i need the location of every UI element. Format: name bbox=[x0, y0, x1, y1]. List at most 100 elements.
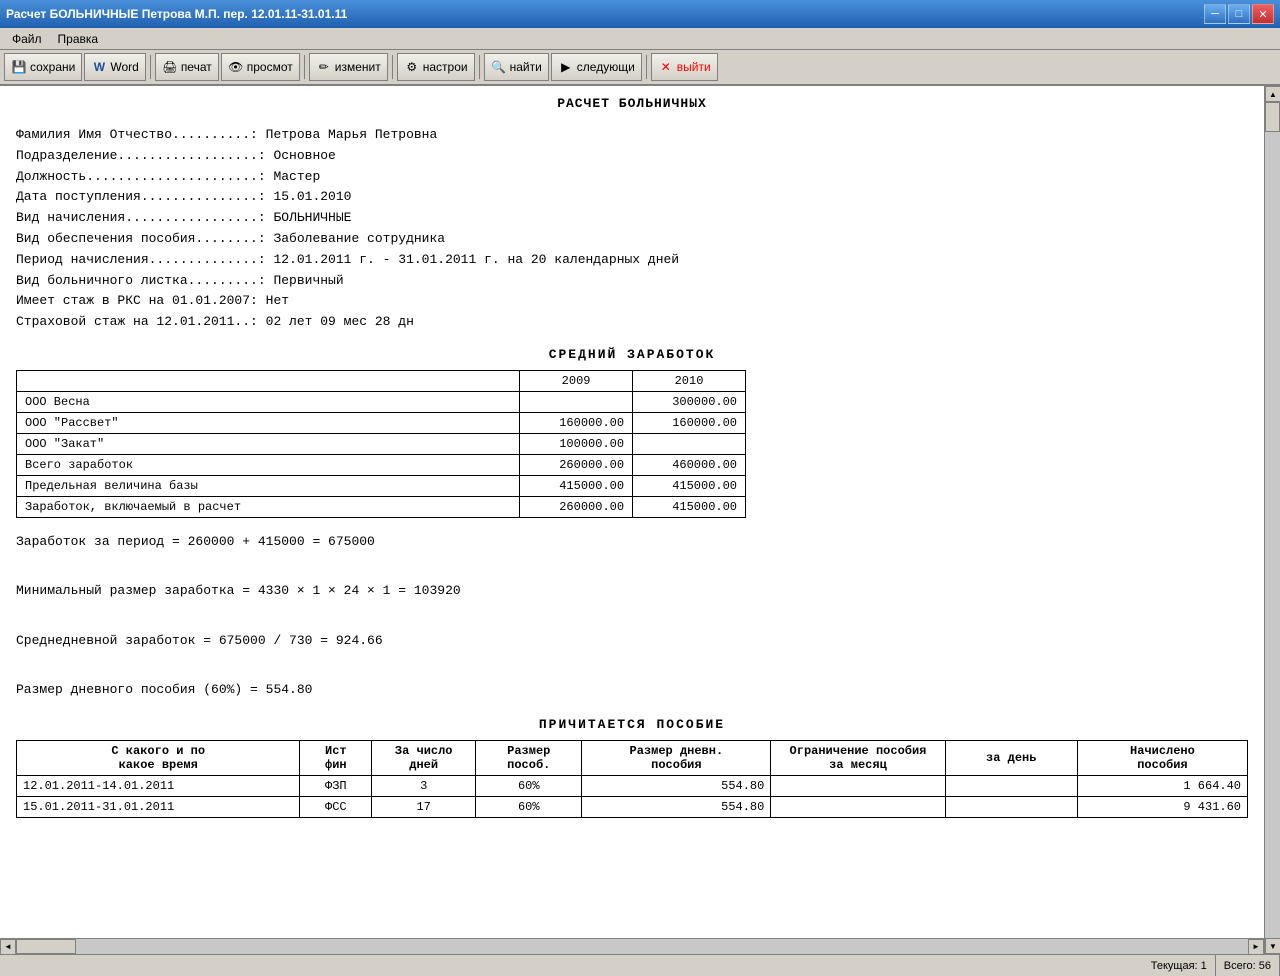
total-value: 56 bbox=[1259, 960, 1271, 972]
calc-daily: Размер дневного пособия (60%) = 554.80 bbox=[16, 678, 1248, 703]
benefit-source-2: ФСС bbox=[300, 796, 372, 817]
col-header-name bbox=[17, 370, 520, 391]
scroll-left-button[interactable]: ◄ bbox=[0, 939, 16, 955]
minimize-button[interactable]: ─ bbox=[1204, 4, 1226, 24]
save-icon: 💾 bbox=[11, 59, 27, 75]
info-sick-type: Вид больничного листка.........: Первичн… bbox=[16, 271, 1248, 292]
row-total-2010: 460000.00 bbox=[633, 454, 746, 475]
table-row: Заработок, включаемый в расчет 260000.00… bbox=[17, 496, 746, 517]
row-limit-label: Предельная величина базы bbox=[17, 475, 520, 496]
status-bar: Текущая: 1 Всего: 56 bbox=[0, 954, 1280, 976]
row-vesna-label: ООО Весна bbox=[17, 391, 520, 412]
vertical-scrollbar[interactable]: ▲ ▼ bbox=[1264, 86, 1280, 954]
row-zakat-2010 bbox=[633, 433, 746, 454]
edit-label: изменит bbox=[335, 60, 381, 74]
preview-icon: 👁 bbox=[228, 59, 244, 75]
maximize-button[interactable]: □ bbox=[1228, 4, 1250, 24]
find-button[interactable]: 🔍 найти bbox=[484, 53, 549, 81]
current-value: 1 bbox=[1201, 960, 1207, 972]
find-icon: 🔍 bbox=[491, 59, 507, 75]
scroll-track-horizontal[interactable] bbox=[16, 939, 1248, 954]
benefit-limit-day-2 bbox=[945, 796, 1077, 817]
benefit-days-1: 3 bbox=[372, 775, 476, 796]
row-total-2009: 260000.00 bbox=[520, 454, 633, 475]
print-button[interactable]: 🖨 печат bbox=[155, 53, 219, 81]
row-limit-2010: 415000.00 bbox=[633, 475, 746, 496]
scroll-thumb-vertical[interactable] bbox=[1265, 102, 1280, 132]
save-label: сохрани bbox=[30, 60, 75, 74]
calc-space bbox=[16, 604, 1248, 629]
window-controls: ─ □ ✕ bbox=[1204, 4, 1274, 24]
menu-edit[interactable]: Правка bbox=[50, 30, 107, 48]
info-dept: Подразделение..................: Основно… bbox=[16, 146, 1248, 167]
info-fio: Фамилия Имя Отчество..........: Петрова … bbox=[16, 125, 1248, 146]
benefit-row-1: 12.01.2011-14.01.2011 ФЗП 3 60% 554.80 1… bbox=[17, 775, 1248, 796]
row-included-2010: 415000.00 bbox=[633, 496, 746, 517]
benefit-accrued-1: 1 664.40 bbox=[1077, 775, 1247, 796]
row-included-2009: 260000.00 bbox=[520, 496, 633, 517]
info-block: Фамилия Имя Отчество..........: Петрова … bbox=[16, 125, 1248, 333]
calculations-block: Заработок за период = 260000 + 415000 = … bbox=[16, 530, 1248, 703]
col-days: За числодней bbox=[372, 740, 476, 775]
scroll-down-button[interactable]: ▼ bbox=[1265, 938, 1280, 954]
settings-label: настрои bbox=[423, 60, 468, 74]
calc-space2 bbox=[16, 653, 1248, 678]
scroll-thumb-horizontal[interactable] bbox=[16, 939, 76, 954]
row-rassvet-2010: 160000.00 bbox=[633, 412, 746, 433]
info-position: Должность......................: Мастер bbox=[16, 167, 1248, 188]
save-button[interactable]: 💾 сохрани bbox=[4, 53, 82, 81]
edit-button[interactable]: ✏ изменит bbox=[309, 53, 388, 81]
title-bar: Расчет БОЛЬНИЧНЫЕ Петрова М.П. пер. 12.0… bbox=[0, 0, 1280, 28]
scroll-up-button[interactable]: ▲ bbox=[1265, 86, 1280, 102]
row-zakat-2009: 100000.00 bbox=[520, 433, 633, 454]
exit-label: выйти bbox=[677, 60, 711, 74]
benefit-period-2: 15.01.2011-31.01.2011 bbox=[17, 796, 300, 817]
table-row: ООО "Закат" 100000.00 bbox=[17, 433, 746, 454]
content-wrapper: РАСЧЕТ БОЛЬНИЧНЫХ Фамилия Имя Отчество..… bbox=[0, 86, 1264, 954]
menu-bar: Файл Правка bbox=[0, 28, 1280, 50]
close-button[interactable]: ✕ bbox=[1252, 4, 1274, 24]
status-total: Всего: 56 bbox=[1216, 955, 1280, 976]
info-benefit-type: Вид обеспечения пособия........: Заболев… bbox=[16, 229, 1248, 250]
scroll-right-button[interactable]: ► bbox=[1248, 939, 1264, 955]
benefit-size-2: 60% bbox=[476, 796, 582, 817]
horizontal-scrollbar[interactable]: ◄ ► bbox=[0, 938, 1264, 954]
exit-icon: ✕ bbox=[658, 59, 674, 75]
scroll-track-vertical[interactable] bbox=[1265, 102, 1280, 938]
row-included-label: Заработок, включаемый в расчет bbox=[17, 496, 520, 517]
info-date: Дата поступления...............: 15.01.2… bbox=[16, 187, 1248, 208]
main-area: РАСЧЕТ БОЛЬНИЧНЫХ Фамилия Имя Отчество..… bbox=[0, 86, 1280, 954]
row-rassvet-2009: 160000.00 bbox=[520, 412, 633, 433]
separator-3 bbox=[392, 55, 393, 79]
edit-icon: ✏ bbox=[316, 59, 332, 75]
preview-label: просмот bbox=[247, 60, 293, 74]
word-icon: W bbox=[91, 59, 107, 75]
next-button[interactable]: ▶ следующи bbox=[551, 53, 642, 81]
benefit-daily-1: 554.80 bbox=[582, 775, 771, 796]
window-title: Расчет БОЛЬНИЧНЫЕ Петрова М.П. пер. 12.0… bbox=[6, 7, 347, 21]
exit-button[interactable]: ✕ выйти bbox=[651, 53, 718, 81]
benefit-days-2: 17 bbox=[372, 796, 476, 817]
menu-file[interactable]: Файл bbox=[4, 30, 50, 48]
preview-button[interactable]: 👁 просмот bbox=[221, 53, 300, 81]
col-accrued: Начисленопособия bbox=[1077, 740, 1247, 775]
next-icon: ▶ bbox=[558, 59, 574, 75]
earnings-table: 2009 2010 ООО Весна 300000.00 ООО "Рассв… bbox=[16, 370, 746, 518]
calc-avg: Среднедневной заработок = 675000 / 730 =… bbox=[16, 629, 1248, 654]
separator-5 bbox=[646, 55, 647, 79]
table-row: ООО "Рассвет" 160000.00 160000.00 bbox=[17, 412, 746, 433]
col-source: Истфин bbox=[300, 740, 372, 775]
print-icon: 🖨 bbox=[162, 59, 178, 75]
table-row: Предельная величина базы 415000.00 41500… bbox=[17, 475, 746, 496]
row-limit-2009: 415000.00 bbox=[520, 475, 633, 496]
col-header-2010: 2010 bbox=[633, 370, 746, 391]
row-total-label: Всего заработок bbox=[17, 454, 520, 475]
word-label: Word bbox=[110, 60, 138, 74]
find-label: найти bbox=[510, 60, 542, 74]
settings-button[interactable]: ⚙ настрои bbox=[397, 53, 475, 81]
info-rks: Имеет стаж в РКС на 01.01.2007: Нет bbox=[16, 291, 1248, 312]
col-header-2009: 2009 bbox=[520, 370, 633, 391]
table-row: Всего заработок 260000.00 460000.00 bbox=[17, 454, 746, 475]
word-button[interactable]: W Word bbox=[84, 53, 145, 81]
benefit-source-1: ФЗП bbox=[300, 775, 372, 796]
